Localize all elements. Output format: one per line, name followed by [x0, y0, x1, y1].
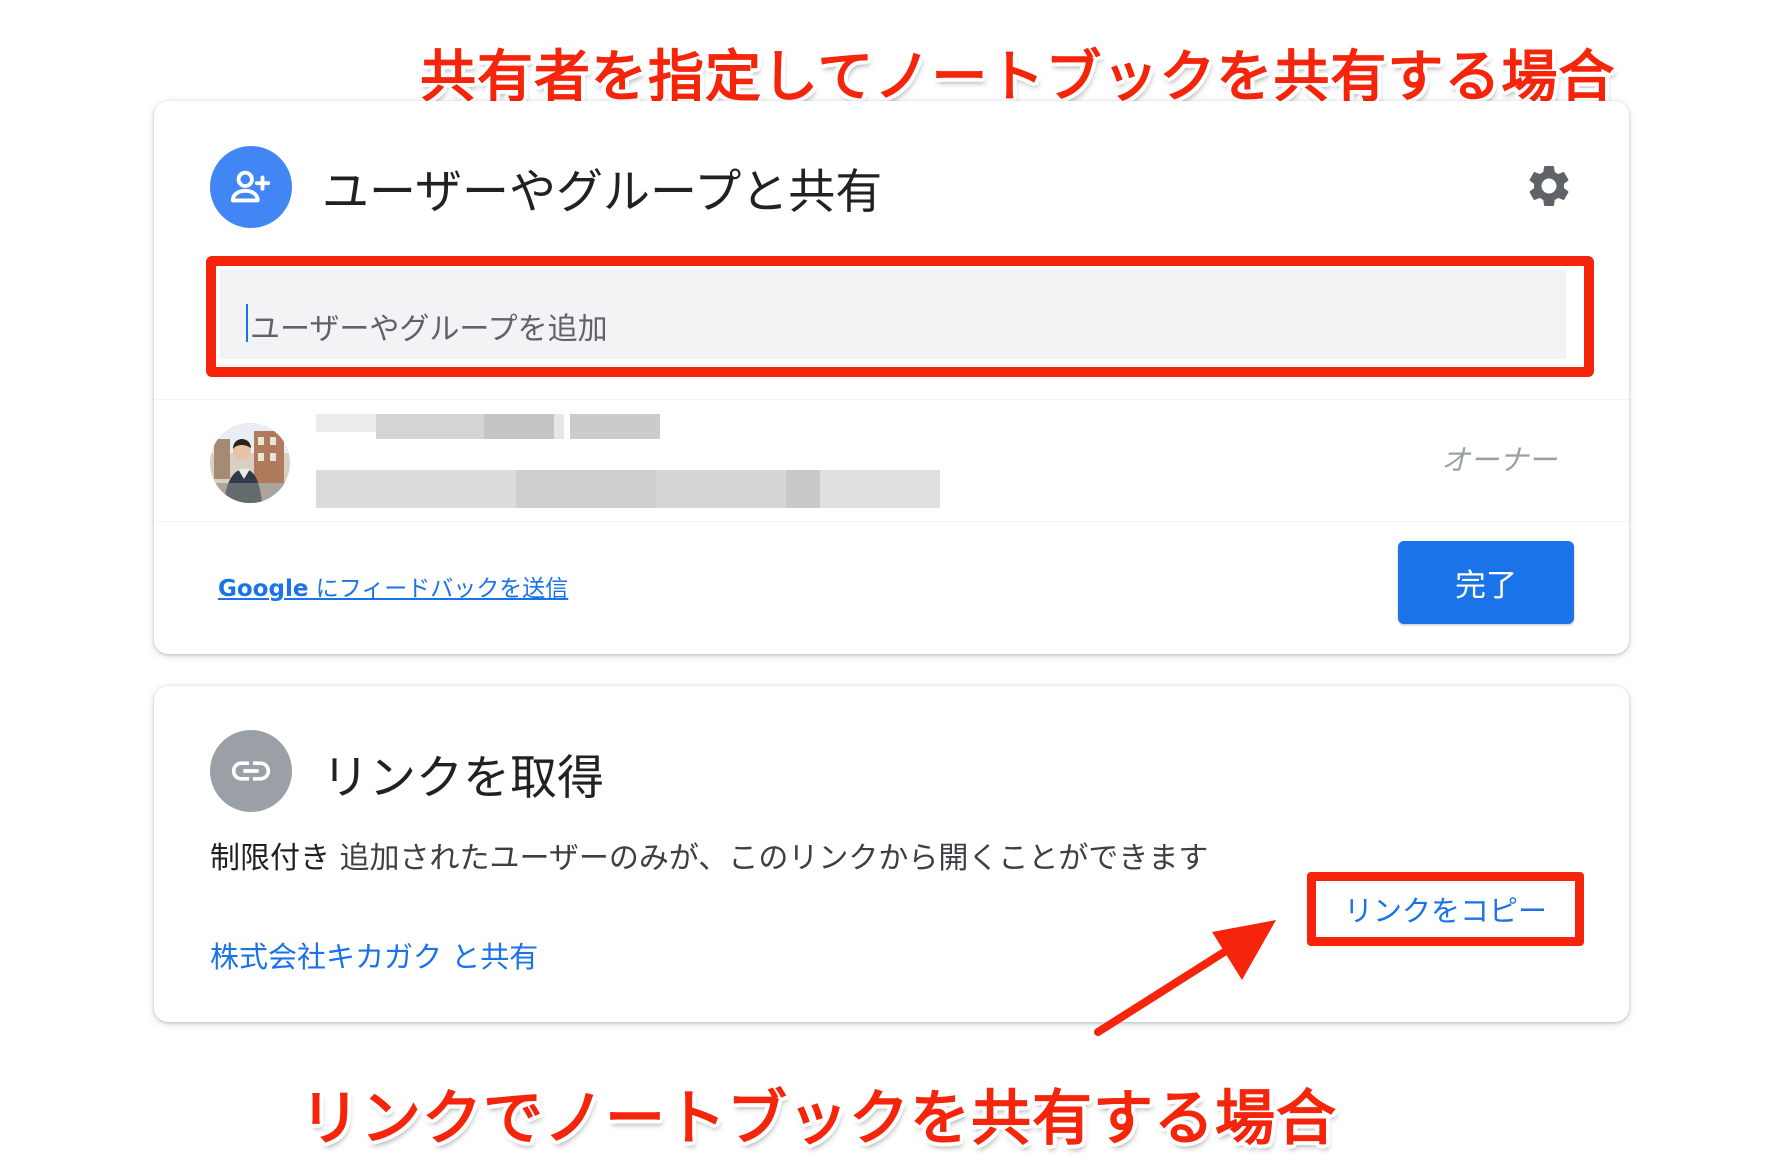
copy-link-highlight: リンクをコピー: [1307, 872, 1584, 946]
add-users-placeholder: ユーザーやグループを追加: [250, 312, 608, 347]
divider: [154, 399, 1629, 400]
feedback-link-brand: Google: [218, 576, 309, 602]
avatar: [210, 423, 290, 503]
get-link-dialog: リンクを取得 制限付き 追加されたユーザーのみが、このリンクから開くことができま…: [154, 686, 1629, 1022]
shared-with-org-link[interactable]: 株式会社キカガク と共有: [210, 934, 538, 976]
share-dialog: ユーザーやグループと共有 ユーザーやグループを追加 オーナー Google にフ…: [154, 101, 1629, 654]
share-dialog-title: ユーザーやグループと共有: [322, 165, 883, 220]
add-users-input[interactable]: ユーザーやグループを追加: [220, 270, 1566, 359]
link-access-description: 制限付き 追加されたユーザーのみが、このリンクから開くことができます: [210, 836, 1250, 882]
link-icon: [210, 730, 292, 812]
done-button[interactable]: 完了: [1398, 541, 1574, 624]
text-caret: [246, 304, 248, 342]
copy-link-button[interactable]: リンクをコピー: [1344, 888, 1547, 930]
feedback-link-text: にフィードバックを送信: [308, 576, 569, 602]
restriction-label: 制限付き: [210, 841, 330, 876]
feedback-link[interactable]: Google にフィードバックを送信: [218, 569, 568, 603]
divider: [154, 521, 1629, 522]
gear-icon[interactable]: [1524, 161, 1574, 211]
annotation-bottom: リンクでノートブックを共有する場合: [300, 1084, 1337, 1154]
add-users-field-highlight: ユーザーやグループを追加: [206, 256, 1594, 377]
member-role: オーナー: [1440, 443, 1557, 477]
arrow-diagonal-icon: [1094, 920, 1276, 1036]
get-link-title: リンクを取得: [322, 751, 604, 806]
restriction-text: 追加されたユーザーのみが、このリンクから開くことができます: [330, 841, 1209, 876]
person-add-icon: [210, 146, 292, 228]
